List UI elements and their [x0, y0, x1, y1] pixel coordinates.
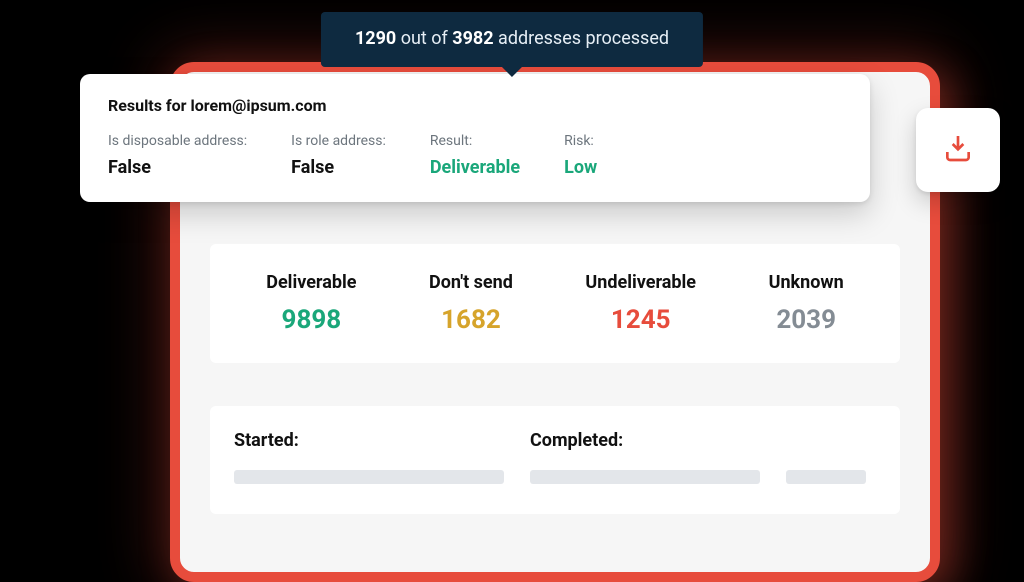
- results-card: Results for lorem@ipsum.com Is disposabl…: [80, 74, 870, 202]
- stats-panel: Deliverable 9898 Don't send 1682 Undeliv…: [210, 244, 900, 363]
- progress-total: 3982: [452, 28, 493, 49]
- stat-label: Deliverable: [266, 272, 356, 293]
- result-value: Deliverable: [430, 157, 520, 178]
- time-extra: [786, 430, 866, 484]
- result-value: False: [291, 157, 386, 178]
- stat-undeliverable: Undeliverable 1245: [585, 272, 696, 335]
- result-status: Result: Deliverable: [430, 133, 520, 178]
- progress-done: 1290: [355, 28, 396, 49]
- time-extra-label: [786, 430, 866, 452]
- result-value: False: [108, 157, 247, 178]
- result-label: Is disposable address:: [108, 133, 247, 149]
- progress-suffix: addresses processed: [498, 28, 669, 49]
- stat-label: Unknown: [769, 272, 844, 293]
- stat-unknown: Unknown 2039: [769, 272, 844, 335]
- time-started-label: Started:: [234, 430, 504, 452]
- stat-dont-send: Don't send 1682: [429, 272, 513, 335]
- result-risk: Risk: Low: [564, 133, 597, 178]
- progress-mid: out of: [401, 28, 453, 49]
- results-title: Results for lorem@ipsum.com: [108, 96, 842, 115]
- download-button[interactable]: [916, 108, 1000, 192]
- progress-tooltip: 1290 out of 3982 addresses processed: [321, 12, 703, 67]
- result-label: Risk:: [564, 133, 597, 149]
- stat-value: 9898: [266, 305, 356, 335]
- result-disposable: Is disposable address: False: [108, 133, 247, 178]
- stat-value: 2039: [769, 305, 844, 335]
- result-label: Result:: [430, 133, 520, 149]
- result-label: Is role address:: [291, 133, 386, 149]
- download-tray-icon: [942, 132, 974, 168]
- stat-label: Undeliverable: [585, 272, 696, 293]
- time-extra-placeholder: [786, 470, 866, 484]
- stat-deliverable: Deliverable 9898: [266, 272, 356, 335]
- times-panel: Started: Completed:: [210, 406, 900, 514]
- time-completed-value-placeholder: [530, 470, 760, 484]
- result-role: Is role address: False: [291, 133, 386, 178]
- stat-label: Don't send: [429, 272, 513, 293]
- times-row: Started: Completed:: [234, 430, 876, 484]
- time-started: Started:: [234, 430, 504, 484]
- stat-value: 1245: [585, 305, 696, 335]
- time-completed: Completed:: [530, 430, 760, 484]
- results-row: Is disposable address: False Is role add…: [108, 133, 842, 178]
- time-started-value-placeholder: [234, 470, 504, 484]
- stat-value: 1682: [429, 305, 513, 335]
- time-completed-label: Completed:: [530, 430, 760, 452]
- result-value: Low: [564, 157, 597, 178]
